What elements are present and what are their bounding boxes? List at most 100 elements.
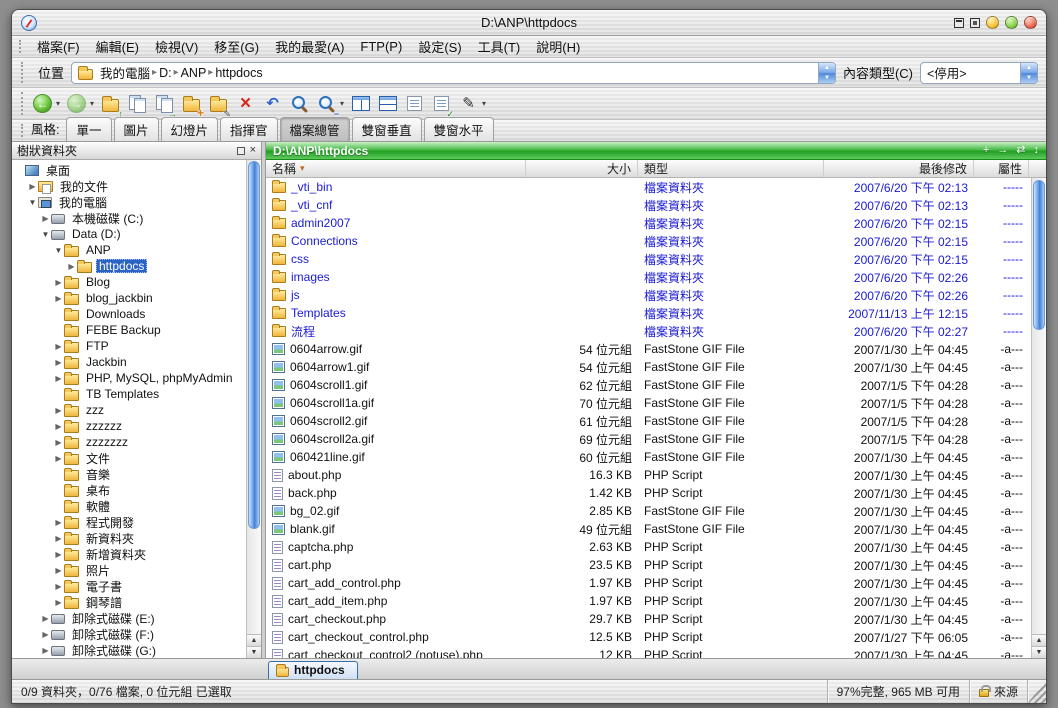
- twisty-icon[interactable]: [53, 550, 64, 559]
- tree-item[interactable]: 電子書: [12, 578, 246, 594]
- always-on-top-icon[interactable]: [970, 18, 980, 28]
- twisty-icon[interactable]: [40, 646, 51, 655]
- file-scroll-up-button[interactable]: [1032, 634, 1046, 646]
- menu-item-8[interactable]: 工具(T): [470, 35, 529, 58]
- twisty-icon[interactable]: [53, 342, 64, 351]
- move-button[interactable]: [153, 91, 176, 117]
- twisty-icon[interactable]: [53, 406, 64, 415]
- filter-button[interactable]: [315, 91, 338, 117]
- menu-item-4[interactable]: 移至(G): [206, 35, 267, 58]
- breadcrumb-item[interactable]: ANP: [179, 66, 209, 80]
- rollup-icon[interactable]: [954, 18, 964, 28]
- file-row[interactable]: bg_02.gif2.85 KBFastStone GIF File2007/1…: [266, 502, 1031, 520]
- style-tab-3[interactable]: 幻燈片: [161, 117, 219, 141]
- tree-scroll-down-button[interactable]: [247, 646, 261, 658]
- file-row[interactable]: 0604scroll2.gif61 位元組FastStone GIF File2…: [266, 412, 1031, 430]
- column-header-name[interactable]: 名稱: [266, 160, 526, 177]
- file-row[interactable]: cart.php23.5 KBPHP Script2007/1/30 上午 04…: [266, 556, 1031, 574]
- new-folder-button[interactable]: [180, 91, 203, 117]
- twisty-icon[interactable]: [27, 198, 38, 207]
- tree-scroll-up-button[interactable]: [247, 634, 261, 646]
- file-scrollbar-thumb[interactable]: [1033, 180, 1045, 330]
- tree-item[interactable]: 卸除式磁碟 (E:): [12, 610, 246, 626]
- twisty-icon[interactable]: [40, 230, 51, 239]
- menu-item-5[interactable]: 我的最愛(A): [267, 35, 352, 58]
- column-header-size[interactable]: 大小: [526, 160, 638, 177]
- report-list-button[interactable]: [403, 91, 426, 117]
- breadcrumb-item[interactable]: httpdocs: [213, 66, 264, 80]
- tab-httpdocs[interactable]: httpdocs: [268, 661, 358, 679]
- tree-item[interactable]: Jackbin: [12, 354, 246, 370]
- delete-button[interactable]: [234, 91, 257, 117]
- maximize-button[interactable]: [1005, 16, 1018, 29]
- dual-pane-vertical-button[interactable]: [349, 91, 372, 117]
- tree-item[interactable]: 音樂: [12, 466, 246, 482]
- twisty-icon[interactable]: [53, 518, 64, 527]
- breadcrumb-item[interactable]: D:: [157, 66, 174, 80]
- back-dropdown[interactable]: [56, 99, 60, 108]
- tree-item[interactable]: FTP: [12, 338, 246, 354]
- twisty-icon[interactable]: [66, 262, 77, 271]
- file-row[interactable]: captcha.php2.63 KBPHP Script2007/1/30 上午…: [266, 538, 1031, 556]
- twisty-icon[interactable]: [53, 454, 64, 463]
- menu-item-7[interactable]: 設定(S): [410, 35, 469, 58]
- tree-item[interactable]: Downloads: [12, 306, 246, 322]
- tree-scrollbar-thumb[interactable]: [248, 161, 260, 529]
- tree-item[interactable]: 文件: [12, 450, 246, 466]
- tree-item[interactable]: 鋼琴譜: [12, 594, 246, 610]
- file-scrollbar-track[interactable]: [1033, 179, 1045, 633]
- edit-folder-button[interactable]: [207, 91, 230, 117]
- file-row[interactable]: blank.gif49 位元組FastStone GIF File2007/1/…: [266, 520, 1031, 538]
- tree-item[interactable]: zzzzzzz: [12, 434, 246, 450]
- style-tab-7[interactable]: 雙窗水平: [424, 117, 494, 141]
- undo-button[interactable]: [261, 91, 284, 117]
- tree-scrollbar-track[interactable]: [248, 161, 260, 633]
- tree-item[interactable]: 本機磁碟 (C:): [12, 210, 246, 226]
- copy-button[interactable]: [126, 91, 149, 117]
- address-breadcrumb-input[interactable]: 我的電腦 D: ANP httpdocs: [71, 62, 836, 84]
- file-row[interactable]: 0604scroll2a.gif69 位元組FastStone GIF File…: [266, 430, 1031, 448]
- twisty-icon[interactable]: [53, 534, 64, 543]
- tree-item[interactable]: zzzzzz: [12, 418, 246, 434]
- file-row[interactable]: images檔案資料夾2007/6/20 下午 02:26-----: [266, 268, 1031, 286]
- address-stepper[interactable]: [818, 63, 835, 83]
- twisty-icon[interactable]: [53, 598, 64, 607]
- file-row[interactable]: cart_checkout.php29.7 KBPHP Script2007/1…: [266, 610, 1031, 628]
- resize-grip[interactable]: [1028, 680, 1046, 703]
- file-row[interactable]: admin2007檔案資料夾2007/6/20 下午 02:15-----: [266, 214, 1031, 232]
- file-row[interactable]: _vti_cnf檔案資料夾2007/6/20 下午 02:13-----: [266, 196, 1031, 214]
- file-scroll-down-button[interactable]: [1032, 646, 1046, 658]
- pane-resize-icon[interactable]: [1034, 145, 1040, 156]
- tree-item[interactable]: zzz: [12, 402, 246, 418]
- tree-item[interactable]: blog_jackbin: [12, 290, 246, 306]
- twisty-icon[interactable]: [53, 582, 64, 591]
- content-type-select[interactable]: <停用>: [920, 62, 1038, 84]
- menu-item-3[interactable]: 檢視(V): [147, 35, 206, 58]
- file-row[interactable]: about.php16.3 KBPHP Script2007/1/30 上午 0…: [266, 466, 1031, 484]
- tree-item[interactable]: 照片: [12, 562, 246, 578]
- file-row[interactable]: cart_add_control.php1.97 KBPHP Script200…: [266, 574, 1031, 592]
- style-tab-1[interactable]: 單一: [66, 117, 111, 141]
- stylebar-grip[interactable]: [21, 124, 26, 137]
- twisty-icon[interactable]: [53, 278, 64, 287]
- style-tab-6[interactable]: 雙窗垂直: [352, 117, 422, 141]
- tree-panel-header[interactable]: 樹狀資料夾: [12, 142, 261, 160]
- tree-item[interactable]: httpdocs: [12, 258, 246, 274]
- back-button[interactable]: [31, 91, 54, 117]
- style-tab-5[interactable]: 檔案總管: [280, 117, 350, 141]
- search-button[interactable]: [288, 91, 311, 117]
- file-row[interactable]: 0604scroll1a.gif70 位元組FastStone GIF File…: [266, 394, 1031, 412]
- tree-item[interactable]: Blog: [12, 274, 246, 290]
- tree-item[interactable]: 軟體: [12, 498, 246, 514]
- style-tab-4[interactable]: 指揮官: [220, 117, 278, 141]
- checklist-button[interactable]: [430, 91, 453, 117]
- twisty-icon[interactable]: [40, 630, 51, 639]
- file-row[interactable]: css檔案資料夾2007/6/20 下午 02:15-----: [266, 250, 1031, 268]
- breadcrumb-item[interactable]: 我的電腦: [98, 63, 152, 82]
- twisty-icon[interactable]: [40, 614, 51, 623]
- tree-item[interactable]: PHP, MySQL, phpMyAdmin: [12, 370, 246, 386]
- file-scrollbar[interactable]: [1031, 178, 1046, 658]
- tree-item[interactable]: FEBE Backup: [12, 322, 246, 338]
- tree-item[interactable]: 桌布: [12, 482, 246, 498]
- close-button[interactable]: [1024, 16, 1037, 29]
